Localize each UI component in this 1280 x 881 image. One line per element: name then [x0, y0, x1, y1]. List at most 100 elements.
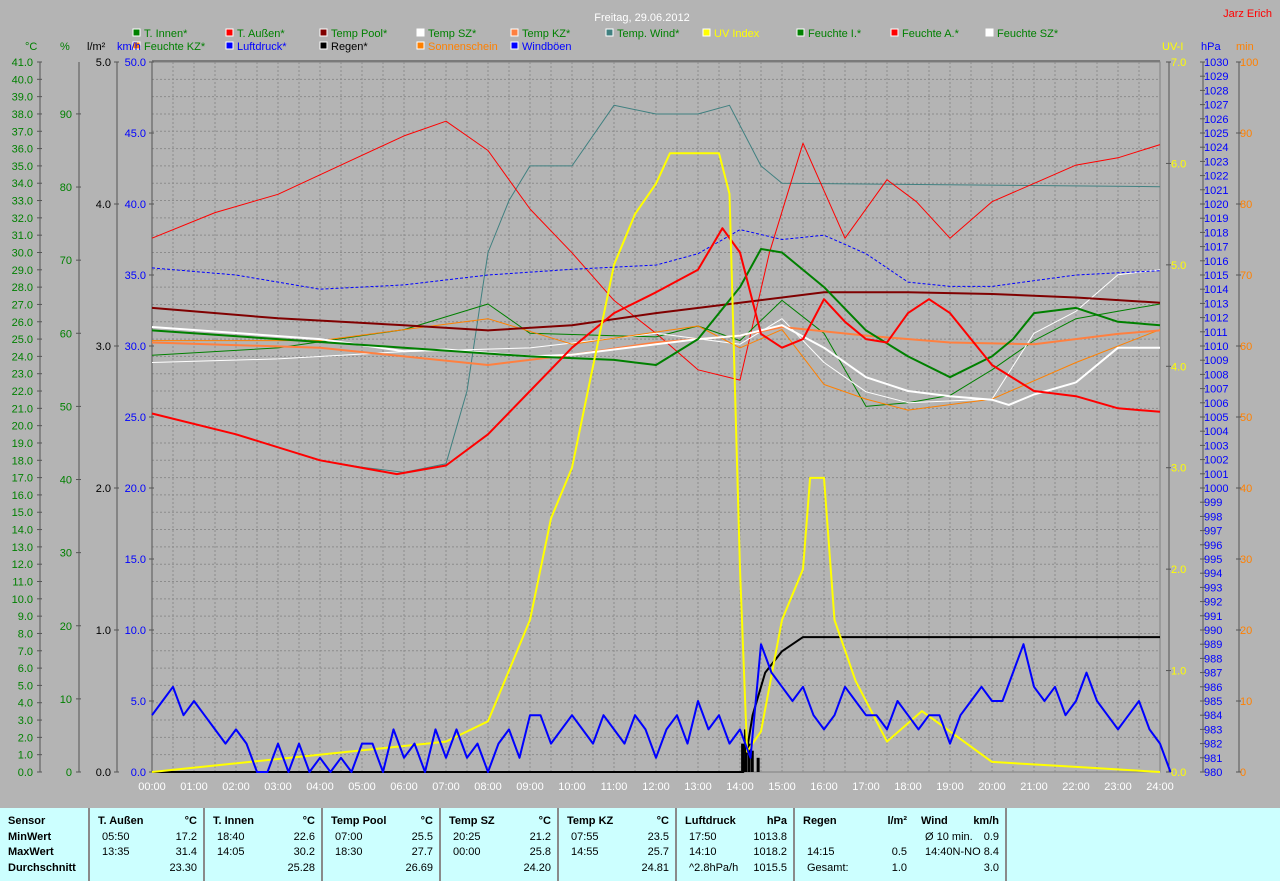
legend-swatch	[319, 41, 328, 50]
x-tick-label: 10:00	[558, 781, 586, 793]
legend-swatch	[225, 41, 234, 50]
axis-tick-wind: 5.0	[131, 696, 146, 708]
label-avg: Durchschnitt	[8, 861, 76, 874]
summary-cell-row: 25.28	[213, 861, 315, 877]
axis-tick-temp: 14.0	[12, 525, 33, 537]
summary-cell-value: 22.6	[293, 830, 315, 843]
axis-tick-press: 1023	[1204, 156, 1228, 168]
axis-tick-press: 999	[1204, 497, 1222, 509]
summary-cell-label: Temp KZ	[567, 815, 614, 827]
axis-tick-press: 1006	[1204, 398, 1228, 410]
author-label: Jarz Erich	[1223, 8, 1272, 20]
summary-cell-row: 3.0	[921, 861, 999, 877]
legend-item: Luftdruck*	[237, 41, 287, 53]
summary-cell-row: 26.69	[331, 861, 433, 877]
summary-cell-row: Luftdruck hPa	[685, 814, 787, 830]
axis-tick-press: 1019	[1204, 213, 1228, 225]
axis-tick-temp: 3.0	[18, 715, 33, 727]
axis-tick-temp: 13.0	[12, 542, 33, 554]
summary-cell-label: Temp SZ	[449, 815, 495, 827]
summary-cell-value: °C	[302, 815, 315, 827]
label-sensor: Sensor	[8, 815, 46, 827]
x-tick-label: 23:00	[1104, 781, 1132, 793]
axis-tick-press: 1027	[1204, 100, 1228, 112]
axis-tick-sun: 20	[1240, 625, 1252, 637]
label-min: MinWert	[8, 830, 52, 843]
axis-tick-hum: 20	[60, 621, 72, 633]
axis-tick-temp: 9.0	[18, 611, 33, 623]
axis-tick-temp: 19.0	[12, 438, 33, 450]
axis-tick-temp: 17.0	[12, 473, 33, 485]
axis-tick-press: 986	[1204, 682, 1222, 694]
axis-tick-press: 1012	[1204, 313, 1228, 325]
summary-cell-label: Temp Pool	[331, 815, 387, 827]
summary-cell-value: 3.0	[983, 861, 999, 874]
summary-cell-value: 27.7	[411, 846, 433, 858]
summary-cell-label: 18:30	[335, 846, 363, 858]
axis-tick-press: 1015	[1204, 270, 1228, 282]
axis-tick-temp: 29.0	[12, 265, 33, 277]
axis-tick-wind: 0.0	[131, 767, 146, 779]
summary-cell-row: 14:40 N-NO 8.4	[921, 845, 999, 861]
legend-swatch	[605, 28, 614, 37]
x-tick-label: 07:00	[432, 781, 460, 793]
legend: T. Innen* T. Außen* Temp Pool* Temp SZ* Temp…	[132, 28, 1059, 53]
legend-item: Feuchte SZ*	[997, 28, 1059, 40]
summary-cell-value: °C	[184, 815, 197, 827]
summary-cell-row: Ø 10 min. 0.9	[921, 830, 999, 846]
axis-tick-press: 995	[1204, 554, 1222, 566]
summary-cell-value: N-NO 8.4	[952, 846, 999, 858]
summary-cell-label: 14:40	[925, 846, 953, 858]
axis-tick-press: 990	[1204, 625, 1222, 637]
summary-cell-row	[803, 830, 907, 846]
summary-cell-label	[213, 861, 217, 877]
axis-tick-press: 993	[1204, 582, 1222, 594]
axis-tick-press: 1000	[1204, 483, 1228, 495]
summary-cell-row: 14:05 30.2	[213, 845, 315, 861]
axis-tick-press: 1013	[1204, 298, 1228, 310]
axis-tick-press: 987	[1204, 668, 1222, 680]
weather-chart: Freitag, 29.06.2012 Jarz Erich T. Innen*…	[12, 8, 1272, 793]
summary-cell-row: 07:55 23.5	[567, 830, 669, 846]
axis-tick-hum: 30	[60, 548, 72, 560]
summary-column: Temp Pool °C 07:00 25.5 18:30 27.7 26.69	[323, 808, 441, 881]
axis-tick-press: 982	[1204, 739, 1222, 751]
axis-tick-uv: 3.0	[1171, 463, 1186, 475]
legend-swatch	[702, 28, 711, 37]
x-tick-label: 13:00	[684, 781, 712, 793]
axis-tick-temp: 7.0	[18, 646, 33, 658]
summary-column: Temp SZ °C 20:25 21.2 00:00 25.8 24.20	[441, 808, 559, 881]
axis-tick-press: 1028	[1204, 85, 1228, 97]
axis-unit-rain: l/m²	[87, 41, 106, 53]
summary-cell-label: T. Außen	[98, 815, 144, 827]
summary-cell-label: 14:15	[807, 846, 835, 858]
summary-cell-value: hPa	[766, 815, 787, 827]
axis-tick-uv: 6.0	[1171, 158, 1186, 170]
grid	[151, 60, 1161, 773]
axis-unit-sun: min	[1236, 41, 1254, 53]
legend-swatch	[132, 28, 141, 37]
summary-cell-value: 1015.5	[753, 861, 787, 874]
axis-tick-sun: 90	[1240, 128, 1252, 140]
summary-cell-row: 18:30 27.7	[331, 845, 433, 861]
legend-item: T. Außen*	[237, 28, 285, 40]
x-tick-label: 22:00	[1062, 781, 1090, 793]
summary-cell-label: 05:50	[102, 830, 130, 843]
axis-tick-temp: 40.0	[12, 74, 33, 86]
x-tick-label: 09:00	[516, 781, 544, 793]
axis-tick-press: 1007	[1204, 384, 1228, 396]
x-tick-label: 01:00	[180, 781, 208, 793]
summary-cell-value: 1018.2	[753, 846, 787, 858]
legend-swatch	[510, 28, 519, 37]
axis-unit-temp: °C	[25, 41, 37, 53]
axis-tick-temp: 38.0	[12, 109, 33, 121]
legend-item: Temp SZ*	[428, 28, 477, 40]
axis-tick-press: 1014	[1204, 284, 1228, 296]
summary-cell-label: 14:10	[689, 846, 717, 858]
axis-tick-press: 1001	[1204, 469, 1228, 481]
summary-cell-row: Temp KZ °C	[567, 814, 669, 830]
axis-tick-hum: 50	[60, 401, 72, 413]
summary-cell-value: 24.20	[523, 861, 551, 874]
summary-cell-label: T. Innen	[213, 815, 254, 827]
axis-tick-temp: 30.0	[12, 247, 33, 259]
